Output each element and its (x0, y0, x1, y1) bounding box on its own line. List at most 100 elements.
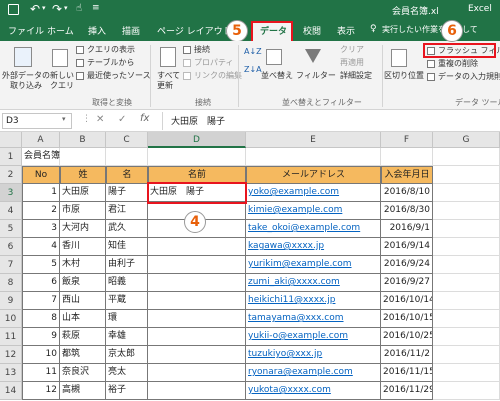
recent-sources-button[interactable]: 最近使ったソース (87, 71, 151, 81)
from-table-button[interactable]: テーブルから (87, 58, 135, 68)
cell-surname[interactable]: 飯泉 (60, 274, 106, 292)
cell-join-date[interactable]: 2016/11/2 (381, 346, 433, 364)
cell-join-date[interactable]: 2016/8/30 (381, 202, 433, 220)
cell-given-name[interactable]: 昭義 (106, 274, 148, 292)
column-header[interactable]: B (60, 132, 106, 148)
connections-button[interactable]: 接続 (194, 45, 210, 55)
cell-join-date[interactable]: 2016/8/10 (381, 184, 433, 202)
cell-no[interactable]: 10 (22, 346, 60, 364)
cell-surname[interactable]: 萩原 (60, 328, 106, 346)
cell[interactable] (433, 148, 500, 166)
select-all-corner[interactable] (0, 132, 22, 148)
cell[interactable] (433, 166, 500, 184)
cell-email[interactable]: ryonara@example.com (246, 364, 381, 382)
cell-join-date[interactable]: 2016/11/15 (381, 364, 433, 382)
row-header[interactable]: 2 (0, 166, 22, 184)
cell-given-name[interactable]: 平蔵 (106, 292, 148, 310)
row-header[interactable]: 11 (0, 328, 22, 346)
sort-az-icon[interactable]: A↓Z (244, 47, 262, 57)
cell[interactable] (433, 382, 500, 400)
row-header[interactable]: 6 (0, 238, 22, 256)
cell-given-name[interactable]: 裕子 (106, 382, 148, 400)
cell-email[interactable]: yukota@xxxx.com (246, 382, 381, 400)
sort-za-icon[interactable]: Z↓A (244, 65, 262, 75)
tab-insert[interactable]: 挿入 (88, 24, 106, 37)
cell-surname[interactable]: 奈良沢 (60, 364, 106, 382)
cell-no[interactable]: 5 (22, 256, 60, 274)
cell-given-name[interactable]: 由利子 (106, 256, 148, 274)
remove-duplicates-button[interactable]: 重複の削除 (438, 59, 478, 69)
row-header[interactable]: 8 (0, 274, 22, 292)
confirm-entry-icon[interactable]: ✓ (118, 114, 126, 125)
tab-review[interactable]: 校閲 (303, 24, 321, 37)
cell-given-name[interactable]: 環 (106, 310, 148, 328)
cell-no[interactable]: 3 (22, 220, 60, 238)
cell-surname[interactable]: 市原 (60, 202, 106, 220)
cell-email[interactable]: yoko@example.com (246, 184, 381, 202)
cell-given-name[interactable]: 亮太 (106, 364, 148, 382)
cell-no[interactable]: 7 (22, 292, 60, 310)
get-external-data-button[interactable]: 外部データの 取り込み (2, 71, 50, 91)
cell-email[interactable]: tamayama@xxx.com (246, 310, 381, 328)
properties-button[interactable]: プロパティ (194, 58, 234, 68)
cell[interactable] (433, 310, 500, 328)
row-header[interactable]: 4 (0, 202, 22, 220)
cell-no[interactable]: 8 (22, 310, 60, 328)
insert-function-icon[interactable]: fx (140, 113, 149, 124)
cell-full-name[interactable] (148, 310, 246, 328)
undo-icon[interactable]: ↶ (30, 2, 40, 16)
data-validation-button[interactable]: データの入力規則 (438, 72, 500, 82)
cell-join-date[interactable]: 2016/10/15 (381, 310, 433, 328)
cell-full-name[interactable] (148, 256, 246, 274)
cell-surname[interactable]: 木村 (60, 256, 106, 274)
cell-given-name[interactable]: 京太郎 (106, 346, 148, 364)
cell-full-name[interactable] (148, 274, 246, 292)
row-header[interactable]: 10 (0, 310, 22, 328)
cell[interactable] (381, 148, 433, 166)
cell-no[interactable]: 1 (22, 184, 60, 202)
cell-join-date[interactable]: 2016/9/14 (381, 238, 433, 256)
cancel-entry-icon[interactable]: ✕ (96, 114, 104, 125)
cell-given-name[interactable]: 武久 (106, 220, 148, 238)
formula-input[interactable]: 大田原 陽子 (162, 112, 498, 130)
cell-join-date[interactable]: 2016/10/14 (381, 292, 433, 310)
cell[interactable] (433, 274, 500, 292)
cell[interactable] (433, 184, 500, 202)
cell[interactable] (433, 328, 500, 346)
reapply-button[interactable]: 再適用 (340, 58, 364, 68)
cell-email[interactable]: zumi_aki@xxxx.com (246, 274, 381, 292)
column-header[interactable]: D (148, 132, 246, 148)
cell-email[interactable]: yukii-o@example.com (246, 328, 381, 346)
cell-full-name[interactable] (148, 292, 246, 310)
cell-join-date[interactable]: 2016/9/27 (381, 274, 433, 292)
cell[interactable] (433, 364, 500, 382)
advanced-filter-button[interactable]: 詳細設定 (340, 71, 372, 81)
column-header[interactable]: A (22, 132, 60, 148)
tab-page-layout[interactable]: ページ レイアウト (157, 24, 232, 37)
cell-full-name[interactable] (148, 382, 246, 400)
column-header[interactable]: F (381, 132, 433, 148)
row-header[interactable]: 3 (0, 184, 22, 202)
cell[interactable] (148, 148, 246, 166)
cell-given-name[interactable]: 知佳 (106, 238, 148, 256)
customize-qat-icon[interactable]: ≡ (92, 3, 100, 13)
edit-links-button[interactable]: リンクの編集 (194, 71, 242, 81)
cell-join-date[interactable]: 2016/10/25 (381, 328, 433, 346)
cell-no[interactable]: 11 (22, 364, 60, 382)
cell-email[interactable]: kagawa@xxxx.jp (246, 238, 381, 256)
name-box-dropdown-icon[interactable]: ▾ (62, 115, 66, 123)
cell-email[interactable]: yurikim@example.com (246, 256, 381, 274)
new-query-button[interactable]: 新しい クエリ (50, 71, 74, 91)
cell[interactable] (433, 292, 500, 310)
cell-surname[interactable]: 大田原 (60, 184, 106, 202)
cell-given-name[interactable]: 陽子 (106, 184, 148, 202)
save-icon[interactable] (8, 4, 19, 15)
column-header[interactable]: E (246, 132, 381, 148)
cell[interactable] (433, 256, 500, 274)
cell[interactable] (246, 148, 381, 166)
redo-dropdown-icon[interactable]: ▾ (64, 4, 68, 12)
row-header[interactable]: 5 (0, 220, 22, 238)
cell-no[interactable]: 6 (22, 274, 60, 292)
text-to-columns-button[interactable]: 区切り位置 (384, 71, 424, 81)
column-header[interactable]: G (433, 132, 500, 148)
